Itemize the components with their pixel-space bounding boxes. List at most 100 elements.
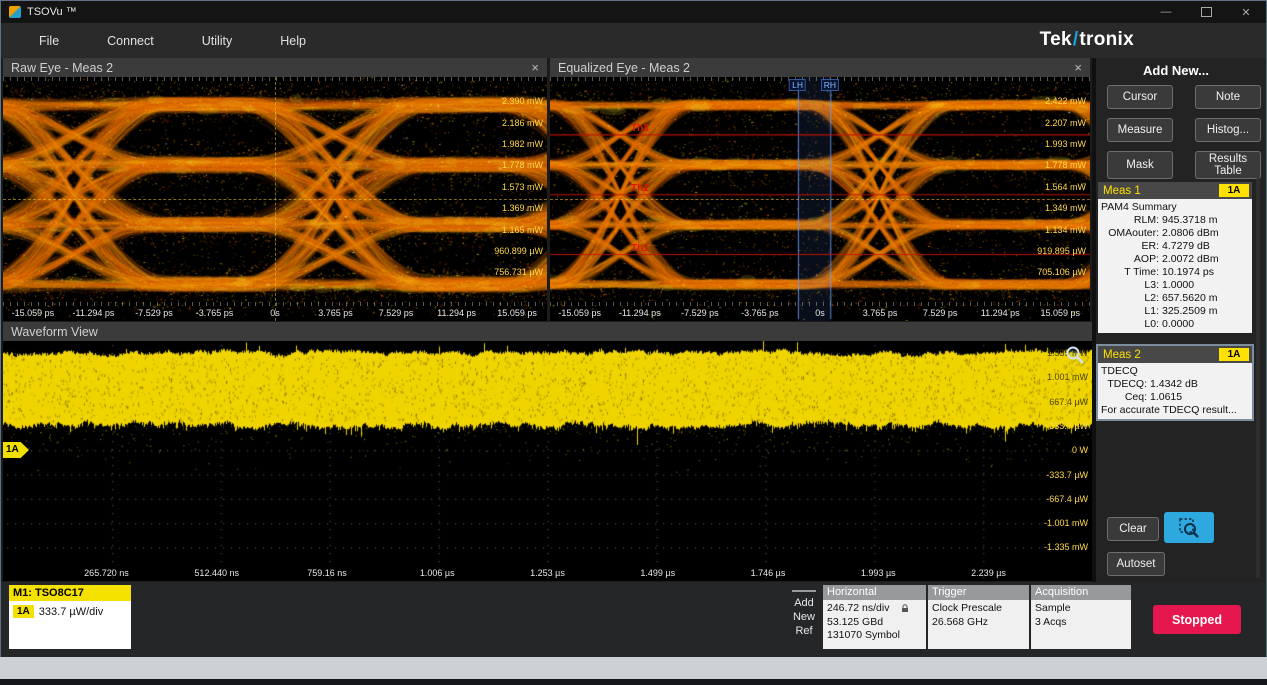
source-card[interactable]: M1: TSO8C17 1A 333.7 µW/div — [9, 585, 131, 649]
equalized-eye-panel: Equalized Eye - Meas 2 × Th3Th2Th1LHRH -… — [550, 58, 1090, 321]
row-value: 1.0615 — [1150, 391, 1182, 404]
row-value: 1.4342 dB — [1150, 378, 1198, 391]
close-icon[interactable]: × — [1074, 61, 1082, 74]
equalized-eye-header[interactable]: Equalized Eye - Meas 2 × — [550, 58, 1090, 77]
measurement-row: RLM:945.3718 m — [1101, 214, 1249, 227]
panel-title: Equalized Eye - Meas 2 — [558, 61, 690, 75]
autoset-button[interactable]: Autoset — [1107, 552, 1165, 576]
horizontal-card[interactable]: Horizontal 246.72 ns/div 53.125 GBd 1310… — [823, 585, 926, 649]
acquisition-title: Acquisition — [1031, 585, 1131, 600]
waveform-plot: 1A 265.720 ns512.440 ns759.16 ns1.006 µs… — [3, 341, 1092, 581]
add-new-button[interactable]: Note — [1195, 85, 1261, 109]
meas-heading: TDECQ — [1101, 365, 1249, 378]
measurement-row: OMAouter:2.0806 dBm — [1101, 227, 1249, 240]
minimize-button[interactable]: — — [1146, 1, 1186, 23]
acquisition-mode: Sample — [1035, 602, 1127, 616]
menu-item[interactable]: Help — [256, 34, 330, 48]
magnifier-icon[interactable] — [1064, 344, 1086, 366]
source-scale: 333.7 µW/div — [39, 606, 103, 618]
horizontal-baud: 53.125 GBd — [827, 616, 922, 630]
zoom-select-icon — [1178, 517, 1200, 539]
zoom-select-button[interactable] — [1164, 512, 1214, 543]
row-label: Ceq: — [1101, 391, 1147, 404]
add-new-button[interactable]: Histog... — [1195, 118, 1261, 142]
maximize-button[interactable] — [1186, 1, 1226, 23]
window-title: TSOVu ™ — [27, 6, 77, 18]
row-label: L1: — [1101, 305, 1159, 318]
logo-slash: / — [1073, 29, 1079, 50]
add-new-button[interactable]: Measure — [1107, 118, 1173, 142]
row-value: 325.2509 m — [1162, 305, 1217, 318]
desktop-strip-dark — [0, 679, 1267, 685]
row-label: ER: — [1101, 240, 1159, 253]
waveform-header[interactable]: Waveform View — [3, 322, 1092, 341]
horizontal-symbols: 131070 Symbol — [827, 629, 922, 643]
menu-item[interactable]: Utility — [178, 34, 257, 48]
stopped-button[interactable]: Stopped — [1153, 605, 1241, 634]
trigger-card[interactable]: Trigger Clock Prescale 26.568 GHz — [928, 585, 1029, 649]
logo-text-right: tronix — [1079, 29, 1134, 50]
maximize-icon — [1201, 7, 1212, 17]
raw-eye-plot: -15.059 ps-11.294 ps-7.529 ps-3.765 ps0s… — [3, 77, 547, 321]
horizontal-body: 246.72 ns/div 53.125 GBd 131070 Symbol — [823, 600, 926, 645]
menu-item[interactable]: Connect — [83, 34, 178, 48]
titlebar: TSOVu ™ — ✕ — [1, 1, 1266, 23]
measurement-row: L1:325.2509 m — [1101, 305, 1249, 318]
meas-title: Meas 2 — [1103, 349, 1141, 361]
add-new-button[interactable]: Cursor — [1107, 85, 1173, 109]
meas1-rows: RLM:945.3718 mOMAouter:2.0806 dBmER:4.72… — [1101, 214, 1249, 331]
source-body: 1A 333.7 µW/div — [9, 601, 131, 622]
meas1-card[interactable]: Meas 1 1A PAM4 Summary RLM:945.3718 mOMA… — [1098, 182, 1252, 333]
add-new-title: Add New... — [1096, 63, 1256, 78]
measurement-row: AOP:2.0072 dBm — [1101, 253, 1249, 266]
sidebar: Add New... Cursor Note Measure Histog... Mas… — [1096, 58, 1266, 582]
source-title: M1: TSO8C17 — [9, 585, 131, 601]
horizontal-title: Horizontal — [823, 585, 926, 600]
trigger-title: Trigger — [928, 585, 1029, 600]
add-new-ref-button[interactable]: Add New Ref — [787, 587, 821, 649]
tick-ruler — [550, 77, 1090, 81]
row-value: 4.7279 dB — [1162, 240, 1210, 253]
waveform-canvas[interactable] — [3, 341, 1092, 581]
measurement-row: Ceq:1.0615 — [1101, 391, 1249, 404]
close-icon[interactable]: × — [531, 61, 539, 74]
ref-line-icon — [792, 590, 816, 592]
row-label: L0: — [1101, 318, 1159, 331]
horizontal-rate: 246.72 ns/div — [827, 602, 889, 616]
row-value: 0.0000 — [1162, 318, 1194, 331]
waveform-panel: Waveform View 1A 265.720 ns512.440 ns759… — [3, 322, 1092, 581]
meas-title: Meas 1 — [1103, 185, 1141, 197]
add-new-button[interactable]: Results Table — [1195, 151, 1261, 179]
add-new-button[interactable]: Mask — [1107, 151, 1173, 179]
row-value: 945.3718 m — [1162, 214, 1217, 227]
acquisition-count: 3 Acqs — [1035, 616, 1127, 630]
tick-ruler — [550, 302, 1090, 306]
row-value: 10.1974 ps — [1162, 266, 1214, 279]
app-window: TSOVu ™ — ✕ FileConnectUtilityHelp Tek/t… — [0, 0, 1267, 657]
logo-text-left: Tek — [1040, 29, 1072, 50]
raw-eye-header[interactable]: Raw Eye - Meas 2 × — [3, 58, 547, 77]
source-badge: 1A — [1219, 348, 1249, 361]
meas1-body: PAM4 Summary RLM:945.3718 mOMAouter:2.08… — [1098, 199, 1252, 333]
measurement-row: T Time:10.1974 ps — [1101, 266, 1249, 279]
row-label: L3: — [1101, 279, 1159, 292]
raw-eye-panel: Raw Eye - Meas 2 × -15.059 ps-11.294 ps-… — [3, 58, 547, 321]
measurement-row: TDECQ:1.4342 dB — [1101, 378, 1249, 391]
close-button[interactable]: ✕ — [1226, 1, 1266, 23]
equalized-eye-plot: Th3Th2Th1LHRH -15.059 ps-11.294 ps-7.529… — [550, 77, 1090, 321]
add-new-ref-label: Add New Ref — [789, 596, 819, 638]
meas1-header: Meas 1 1A — [1098, 182, 1252, 199]
clear-button[interactable]: Clear — [1107, 517, 1159, 541]
trigger-mode: Clock Prescale — [932, 602, 1025, 616]
menubar: FileConnectUtilityHelp Tek/tronix — [1, 23, 1266, 58]
meas2-rows: TDECQ:1.4342 dBCeq:1.0615 — [1101, 378, 1249, 404]
meas2-body: TDECQ TDECQ:1.4342 dBCeq:1.0615 For accu… — [1098, 363, 1252, 419]
measurement-row: L3:1.0000 — [1101, 279, 1249, 292]
meas2-card[interactable]: Meas 2 1A TDECQ TDECQ:1.4342 dBCeq:1.061… — [1098, 346, 1252, 419]
measurement-row: L2:657.5620 m — [1101, 292, 1249, 305]
acquisition-card[interactable]: Acquisition Sample 3 Acqs — [1031, 585, 1131, 649]
measurement-row: L0:0.0000 — [1101, 318, 1249, 331]
row-label: RLM: — [1101, 214, 1159, 227]
menu-item[interactable]: File — [15, 34, 83, 48]
sidebar-scrollbar[interactable] — [1256, 178, 1260, 578]
